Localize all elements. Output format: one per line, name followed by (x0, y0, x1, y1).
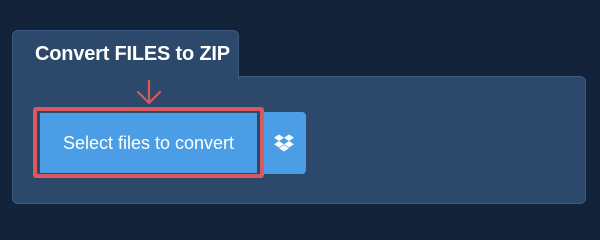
dropbox-icon (274, 134, 294, 152)
highlight-box (33, 107, 264, 178)
arrow-down-icon (136, 80, 162, 105)
converter-panel-tab: Convert FILES to ZIP (12, 30, 239, 80)
panel-title: Convert FILES to ZIP (35, 43, 230, 65)
dropbox-button[interactable] (262, 112, 306, 174)
